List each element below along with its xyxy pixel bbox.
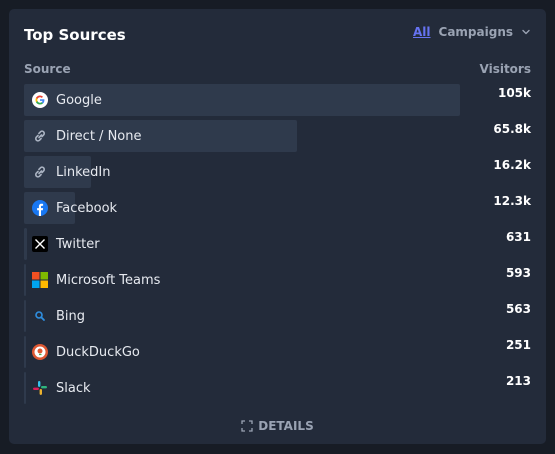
source-visitors: 65.8k — [493, 122, 531, 136]
sources-list: Google 105k Direct / None 65.8k LinkedIn 16.2… — [24, 84, 531, 408]
source-visitors: 563 — [505, 302, 531, 316]
source-label: Microsoft Teams — [56, 272, 161, 288]
source-row[interactable]: Bing 563 — [24, 300, 531, 332]
filter-all-tab[interactable]: All — [413, 25, 431, 39]
source-row[interactable]: Slack 213 — [24, 372, 531, 404]
microsoft-teams-icon — [32, 272, 48, 288]
source-row[interactable]: LinkedIn 16.2k — [24, 156, 531, 188]
link-icon — [32, 128, 48, 144]
source-row-content: Twitter — [32, 228, 100, 260]
details-footer: DETAILS — [9, 419, 546, 433]
source-label: DuckDuckGo — [56, 344, 140, 360]
source-row-content: DuckDuckGo — [32, 336, 140, 368]
source-row[interactable]: Direct / None 65.8k — [24, 120, 531, 152]
duckduckgo-icon — [32, 344, 48, 360]
top-sources-card: Top Sources All Campaigns Source Visitor… — [9, 9, 546, 444]
source-label: Bing — [56, 308, 86, 324]
source-visitors: 631 — [505, 230, 531, 244]
source-row-content: Slack — [32, 372, 91, 404]
source-label: Google — [56, 92, 102, 108]
source-label: Slack — [56, 380, 91, 396]
card-title: Top Sources — [24, 26, 126, 44]
source-visitors: 16.2k — [493, 158, 531, 172]
link-icon — [32, 164, 48, 180]
filter-tabs: All Campaigns — [413, 25, 531, 39]
source-visitors: 105k — [497, 86, 531, 100]
filter-campaigns-label: Campaigns — [438, 25, 513, 39]
source-label: Facebook — [56, 200, 118, 216]
source-row-content: Bing — [32, 300, 85, 332]
filter-campaigns-dropdown[interactable]: Campaigns — [439, 25, 531, 39]
expand-icon — [241, 420, 253, 432]
source-bar — [24, 372, 26, 404]
source-column-header: Source — [24, 62, 71, 76]
source-row-content: LinkedIn — [32, 156, 110, 188]
source-visitors: 213 — [505, 374, 531, 388]
bing-icon — [32, 308, 48, 324]
source-row[interactable]: Twitter 631 — [24, 228, 531, 260]
source-row[interactable]: DuckDuckGo 251 — [24, 336, 531, 368]
source-visitors: 251 — [505, 338, 531, 352]
source-bar — [24, 228, 27, 260]
source-row[interactable]: Microsoft Teams 593 — [24, 264, 531, 296]
source-row[interactable]: Google 105k — [24, 84, 531, 116]
source-bar — [24, 264, 26, 296]
x-icon — [32, 236, 48, 252]
details-button[interactable]: DETAILS — [241, 419, 314, 433]
facebook-icon — [32, 200, 48, 216]
source-label: Direct / None — [56, 128, 142, 144]
details-label: DETAILS — [258, 419, 314, 433]
source-visitors: 593 — [505, 266, 531, 280]
visitors-column-header: Visitors — [479, 62, 532, 76]
source-bar — [24, 300, 26, 332]
source-label: LinkedIn — [56, 164, 111, 180]
slack-icon — [32, 380, 48, 396]
source-row-content: Direct / None — [32, 120, 141, 152]
source-label: Twitter — [56, 236, 100, 252]
source-bar — [24, 336, 26, 368]
source-row-content: Facebook — [32, 192, 117, 224]
google-icon — [32, 92, 48, 108]
source-row-content: Google — [32, 84, 102, 116]
chevron-down-icon — [522, 29, 530, 35]
source-row-content: Microsoft Teams — [32, 264, 160, 296]
source-visitors: 12.3k — [493, 194, 531, 208]
source-row[interactable]: Facebook 12.3k — [24, 192, 531, 224]
